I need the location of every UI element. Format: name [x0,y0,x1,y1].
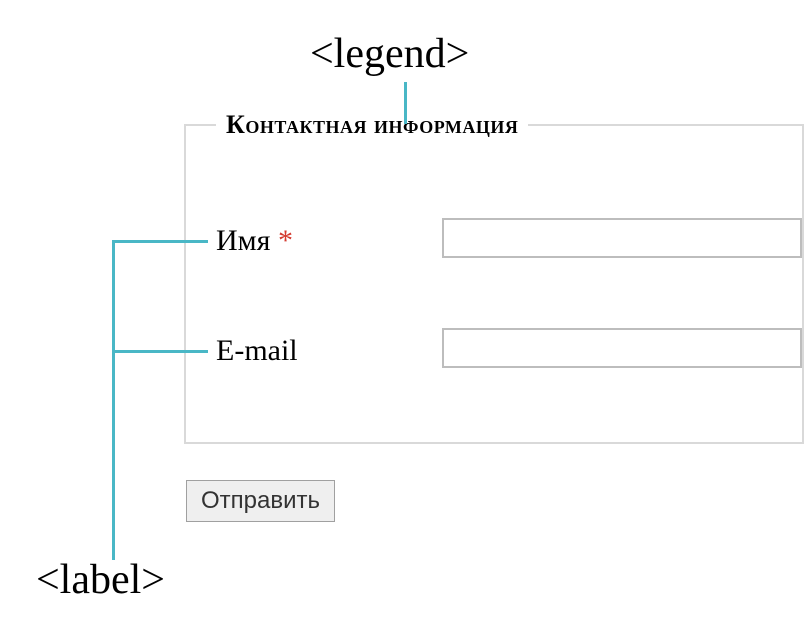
callout-line-to-legend [404,82,407,124]
diagram-canvas: <legend> Контактная информация Имя * E-m… [0,0,807,625]
annotation-label-tag: <label> [36,556,165,604]
email-input[interactable] [442,328,802,368]
name-label: Имя * [216,224,293,258]
email-label: E-mail [216,334,298,368]
name-label-text: Имя [216,224,270,257]
callout-line-bracket-vertical [112,240,115,560]
name-input[interactable] [442,218,802,258]
fieldset-legend: Контактная информация [216,110,528,140]
callout-line-to-name-label [112,240,208,243]
annotation-legend-tag: <legend> [310,30,469,78]
callout-line-to-email-label [112,350,208,353]
contact-fieldset: Контактная информация [184,124,804,444]
required-star-icon: * [278,224,293,257]
submit-button[interactable]: Отправить [186,480,335,522]
